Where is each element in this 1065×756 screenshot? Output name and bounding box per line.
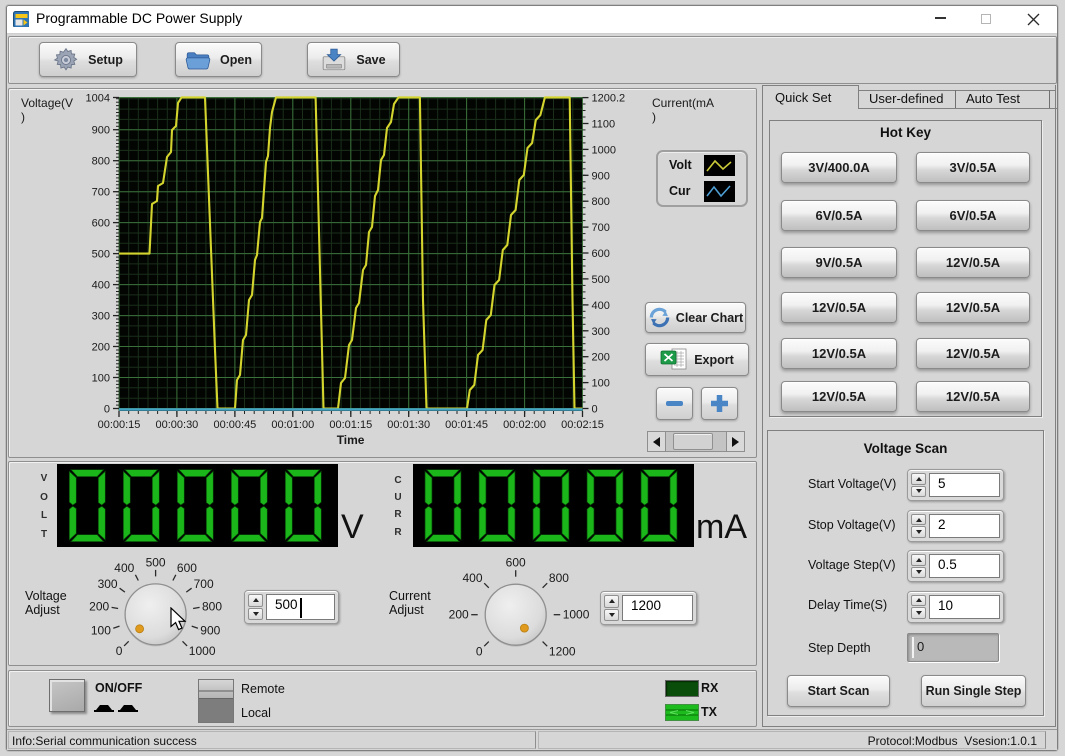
svg-text:300: 300 <box>98 577 118 591</box>
svg-text:): ) <box>652 110 656 124</box>
svg-text:700: 700 <box>592 222 610 234</box>
svg-text:Current(mA: Current(mA <box>652 96 714 110</box>
svg-text:400: 400 <box>114 561 134 575</box>
svg-text:200: 200 <box>449 608 469 622</box>
svg-text:00:00:30: 00:00:30 <box>155 419 198 431</box>
svg-text:500: 500 <box>146 555 166 569</box>
svg-text:0: 0 <box>104 404 110 416</box>
svg-text:Voltage(V: Voltage(V <box>21 96 73 110</box>
svg-text:700: 700 <box>194 577 214 591</box>
svg-text:700: 700 <box>92 187 110 199</box>
svg-text:1004: 1004 <box>86 93 110 105</box>
svg-text:0: 0 <box>592 404 598 416</box>
svg-text:00:01:15: 00:01:15 <box>329 419 372 431</box>
svg-text:100: 100 <box>92 373 110 385</box>
svg-text:200: 200 <box>89 599 109 613</box>
svg-text:00:01:45: 00:01:45 <box>445 419 488 431</box>
svg-text:00:00:15: 00:00:15 <box>98 419 141 431</box>
svg-text:800: 800 <box>92 156 110 168</box>
svg-text:00:02:15: 00:02:15 <box>561 419 604 431</box>
svg-text:500: 500 <box>92 249 110 261</box>
svg-text:00:01:30: 00:01:30 <box>387 419 430 431</box>
svg-text:600: 600 <box>177 561 197 575</box>
svg-text:800: 800 <box>549 571 569 585</box>
svg-text:600: 600 <box>92 218 110 230</box>
svg-text:900: 900 <box>200 624 220 638</box>
svg-text:100: 100 <box>592 378 610 390</box>
svg-text:900: 900 <box>92 125 110 137</box>
svg-text:1000: 1000 <box>592 144 616 156</box>
svg-text:100: 100 <box>91 624 111 638</box>
svg-text:900: 900 <box>592 170 610 182</box>
svg-text:600: 600 <box>506 556 526 570</box>
svg-text:400: 400 <box>462 571 482 585</box>
svg-text:500: 500 <box>592 274 610 286</box>
svg-text:600: 600 <box>592 248 610 260</box>
svg-text:200: 200 <box>92 342 110 354</box>
svg-text:00:01:00: 00:01:00 <box>271 419 314 431</box>
svg-text:200: 200 <box>592 352 610 364</box>
svg-text:1200.2: 1200.2 <box>592 93 626 105</box>
svg-text:400: 400 <box>92 280 110 292</box>
svg-text:800: 800 <box>202 599 222 613</box>
svg-text:0: 0 <box>476 645 483 659</box>
svg-text:400: 400 <box>592 300 610 312</box>
svg-text:1100: 1100 <box>592 119 616 131</box>
svg-text:1000: 1000 <box>563 608 590 622</box>
svg-text:800: 800 <box>592 196 610 208</box>
svg-text:00:02:00: 00:02:00 <box>503 419 546 431</box>
svg-text:1200: 1200 <box>549 645 576 659</box>
svg-text:Time: Time <box>337 433 365 447</box>
svg-text:300: 300 <box>592 326 610 338</box>
svg-text:): ) <box>21 110 25 124</box>
svg-text:00:00:45: 00:00:45 <box>213 419 256 431</box>
svg-text:0: 0 <box>116 644 123 658</box>
svg-text:300: 300 <box>92 311 110 323</box>
svg-text:1000: 1000 <box>189 644 216 658</box>
